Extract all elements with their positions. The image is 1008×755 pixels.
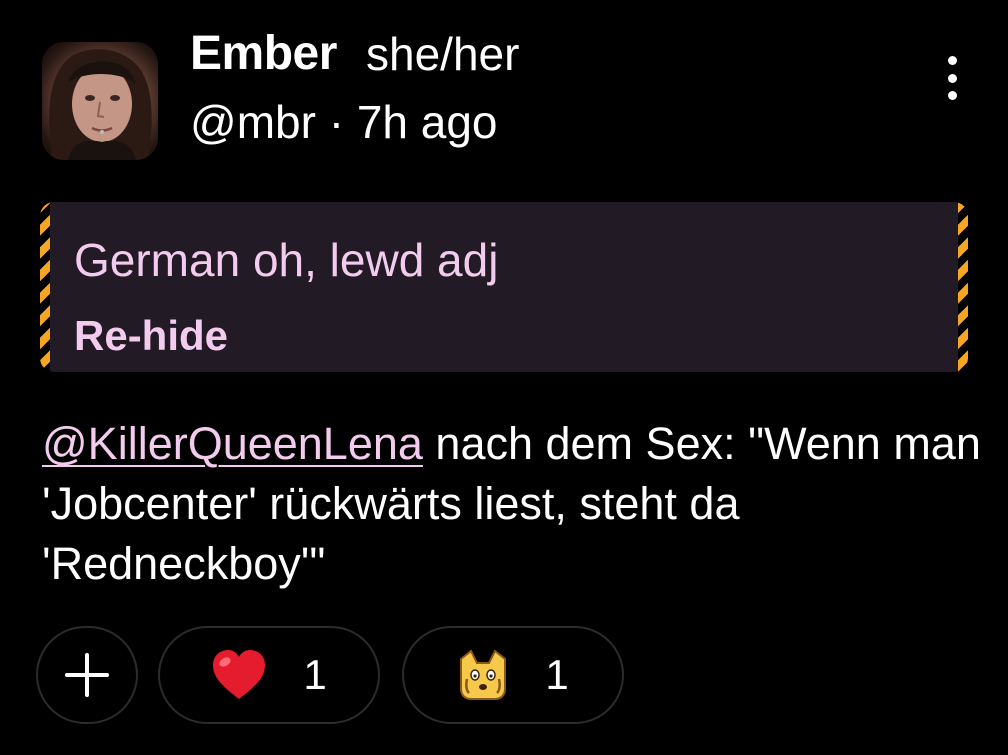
warning-stripe-right bbox=[958, 202, 968, 372]
reaction-cat-count: 1 bbox=[545, 651, 569, 698]
author-display-name[interactable]: Ember bbox=[190, 26, 337, 82]
shocked-cat-emoji-icon bbox=[460, 649, 507, 700]
avatar[interactable] bbox=[42, 42, 158, 160]
more-vertical-icon[interactable] bbox=[932, 56, 972, 100]
mention-link[interactable]: @KillerQueenLena bbox=[42, 418, 423, 469]
reaction-cat[interactable]: 1 bbox=[402, 626, 624, 724]
post-card: Ember she/her @mbr · 7h ago German oh, l… bbox=[0, 0, 1008, 755]
add-reaction-button[interactable] bbox=[36, 626, 138, 724]
plus-icon bbox=[65, 653, 109, 697]
post-meta: @mbr · 7h ago bbox=[190, 94, 498, 150]
meta-separator: · bbox=[328, 96, 345, 148]
reaction-heart-count: 1 bbox=[303, 651, 327, 698]
author-pronouns: she/her bbox=[366, 28, 520, 80]
content-warning: German oh, lewd adj Re-hide bbox=[40, 202, 968, 372]
heart-emoji-icon bbox=[213, 650, 266, 699]
post-timestamp[interactable]: 7h ago bbox=[357, 96, 498, 148]
post-body: @KillerQueenLena nach dem Sex: "Wenn man… bbox=[42, 414, 982, 594]
warning-stripe-left bbox=[40, 202, 50, 372]
rehide-button[interactable]: Re-hide bbox=[74, 310, 228, 362]
author-handle[interactable]: @mbr bbox=[190, 96, 316, 148]
content-warning-text: German oh, lewd adj bbox=[74, 234, 499, 286]
reaction-heart[interactable]: 1 bbox=[158, 626, 380, 724]
